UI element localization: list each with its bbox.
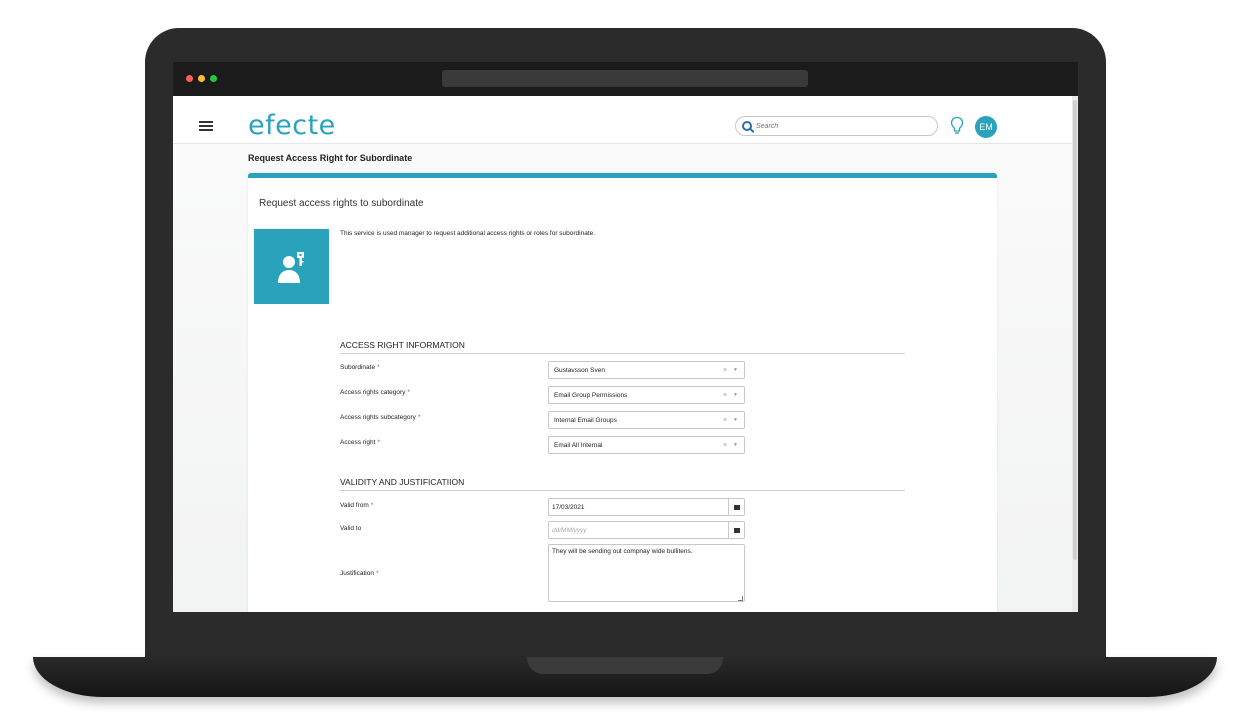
user-key-icon bbox=[277, 251, 304, 283]
access-right-select[interactable]: Email All Internal × ▼ bbox=[548, 436, 745, 454]
service-request-card: Request access rights to subordinate Thi… bbox=[248, 173, 997, 612]
browser-bar bbox=[173, 62, 1078, 96]
scrollbar[interactable] bbox=[1072, 96, 1078, 612]
card-header: Request access rights to subordinate bbox=[259, 198, 424, 209]
chevron-down-icon[interactable]: ▼ bbox=[733, 442, 738, 448]
address-bar[interactable] bbox=[442, 70, 808, 87]
calendar-button[interactable] bbox=[728, 522, 744, 538]
clear-icon[interactable]: × bbox=[723, 442, 727, 449]
search-icon[interactable] bbox=[742, 121, 752, 131]
clear-icon[interactable]: × bbox=[723, 367, 727, 374]
clear-icon[interactable]: × bbox=[723, 417, 727, 424]
justification-textarea[interactable]: They will be sending out compnay wide bu… bbox=[548, 544, 745, 602]
access-right-label: Access right * bbox=[340, 439, 380, 446]
category-select[interactable]: Email Group Permissions × ▼ bbox=[548, 386, 745, 404]
subcategory-select[interactable]: Internal Email Groups × ▼ bbox=[548, 411, 745, 429]
app-window: efecte EM Request Access Right for Subor… bbox=[173, 96, 1078, 612]
top-navigation-bar: efecte EM bbox=[173, 96, 1072, 144]
subordinate-label: Subordinate * bbox=[340, 364, 380, 371]
access-info-section-title: ACCESS RIGHT INFORMATION bbox=[340, 340, 465, 350]
lightbulb-icon[interactable] bbox=[950, 116, 964, 136]
subcategory-label: Access rights subcategory * bbox=[340, 414, 421, 421]
service-description: This service is used manager to request … bbox=[340, 230, 596, 237]
valid-from-field[interactable] bbox=[548, 498, 745, 516]
maximize-dot-icon[interactable] bbox=[210, 75, 217, 82]
page-title: Request Access Right for Subordinate bbox=[248, 153, 413, 163]
justification-label: Justification * bbox=[340, 570, 379, 577]
close-dot-icon[interactable] bbox=[186, 75, 193, 82]
valid-from-input[interactable] bbox=[549, 503, 728, 511]
valid-to-field[interactable] bbox=[548, 521, 745, 539]
valid-to-input[interactable] bbox=[549, 526, 728, 534]
search-box[interactable] bbox=[735, 116, 938, 136]
section-divider bbox=[340, 490, 905, 491]
scrollbar-thumb[interactable] bbox=[1073, 100, 1077, 560]
resize-handle-icon[interactable] bbox=[738, 596, 743, 601]
calendar-icon bbox=[733, 527, 740, 533]
chevron-down-icon[interactable]: ▼ bbox=[733, 392, 738, 398]
search-input[interactable] bbox=[756, 122, 926, 130]
valid-from-label: Valid from * bbox=[340, 502, 374, 509]
laptop-notch bbox=[527, 657, 723, 674]
clear-icon[interactable]: × bbox=[723, 392, 727, 399]
calendar-icon bbox=[733, 504, 740, 510]
user-avatar[interactable]: EM bbox=[975, 116, 997, 138]
category-label: Access rights category * bbox=[340, 389, 410, 396]
calendar-button[interactable] bbox=[728, 499, 744, 515]
subordinate-select[interactable]: Gustavsson Sven × ▼ bbox=[548, 361, 745, 379]
chevron-down-icon[interactable]: ▼ bbox=[733, 367, 738, 373]
validity-section-title: VALIDITY AND JUSTIFICATIION bbox=[340, 477, 465, 487]
section-divider bbox=[340, 353, 905, 354]
service-tile bbox=[254, 229, 329, 304]
menu-icon[interactable] bbox=[199, 121, 213, 131]
valid-to-label: Valid to bbox=[340, 525, 362, 532]
laptop-screen: efecte EM Request Access Right for Subor… bbox=[173, 62, 1078, 612]
minimize-dot-icon[interactable] bbox=[198, 75, 205, 82]
chevron-down-icon[interactable]: ▼ bbox=[733, 417, 738, 423]
efecte-logo[interactable]: efecte bbox=[248, 110, 336, 141]
